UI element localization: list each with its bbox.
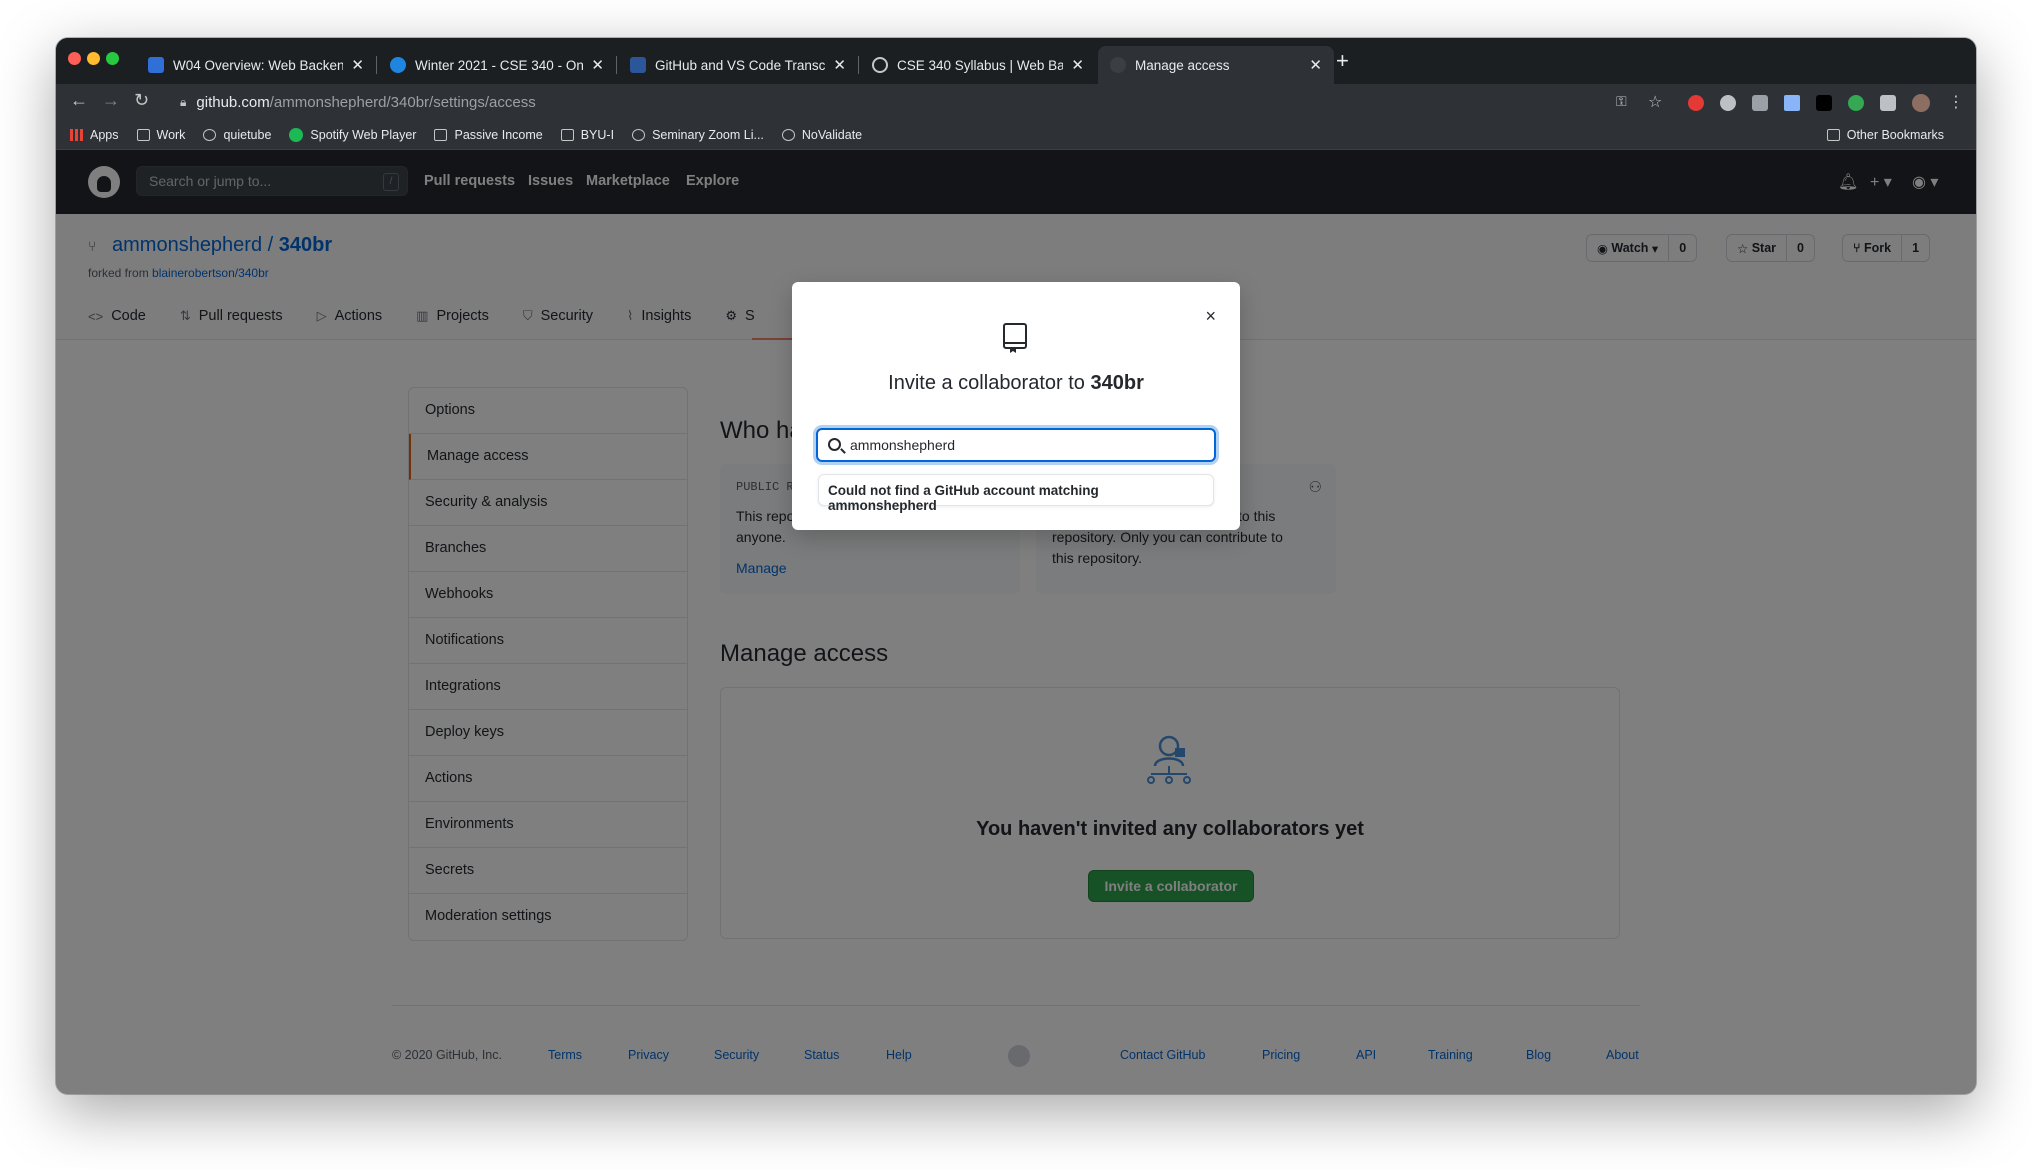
- onedrive-icon: [390, 57, 406, 73]
- lock-icon: 🔒︎: [180, 94, 187, 109]
- search-result-message: Could not find a GitHub account matching…: [818, 474, 1214, 513]
- tab-title: W04 Overview: Web Backend D: [173, 57, 344, 73]
- bookmark-label: Passive Income: [454, 127, 543, 142]
- globe-icon: [872, 57, 888, 73]
- maximize-window-button[interactable]: [106, 52, 119, 65]
- url-path: /ammonshepherd/340br/settings/access: [269, 93, 536, 111]
- tab-title: CSE 340 Syllabus | Web Backe: [897, 57, 1064, 73]
- bookmark-label: Apps: [90, 127, 119, 142]
- github-favicon-icon: [1110, 57, 1126, 73]
- menu-dots-icon[interactable]: ⋮: [1948, 92, 1964, 112]
- bookmark-label: BYU-I: [580, 127, 615, 142]
- bookmarks-bar: Apps Work quietube Spotify Web Player Pa…: [56, 120, 1976, 150]
- bookmark-quietube[interactable]: quietube: [203, 128, 271, 142]
- browser-tab-active[interactable]: Manage access ✕: [1098, 46, 1334, 84]
- tab-close-icon[interactable]: ✕: [351, 56, 364, 74]
- repo-icon: [1003, 323, 1027, 353]
- bookmark-work[interactable]: Work: [136, 127, 186, 142]
- dialog-title: Invite a collaborator to 340br: [792, 372, 1240, 395]
- url-host: github.com: [196, 93, 270, 111]
- browser-tab[interactable]: CSE 340 Syllabus | Web Backe ✕: [860, 46, 1096, 84]
- folder-icon: [434, 128, 448, 141]
- tab-title: Manage access: [1135, 57, 1230, 73]
- bookmark-label: Work: [156, 127, 186, 142]
- apps-grid-icon: [70, 128, 83, 141]
- word-icon: [630, 57, 646, 73]
- extension-doc-icon[interactable]: [1784, 95, 1800, 111]
- dialog-title-repo: 340br: [1090, 372, 1144, 394]
- spotify-icon: [289, 127, 304, 142]
- browser-tab[interactable]: Winter 2021 - CSE 340 - OneD ✕: [378, 46, 616, 84]
- invite-collaborator-dialog: × Invite a collaborator to 340br Could n…: [792, 282, 1240, 530]
- reload-icon[interactable]: ↻: [134, 90, 149, 111]
- extension-icon[interactable]: [1688, 95, 1704, 111]
- collaborator-search-input[interactable]: [816, 428, 1216, 462]
- tab-close-icon[interactable]: ✕: [591, 56, 604, 74]
- bookmark-passive-income[interactable]: Passive Income: [434, 127, 543, 142]
- bookmark-label: NoValidate: [801, 127, 863, 142]
- back-icon[interactable]: ←: [70, 90, 88, 111]
- tab-favicon-icon: [148, 57, 164, 73]
- collaborator-search-field[interactable]: [850, 434, 1200, 456]
- other-bookmarks[interactable]: Other Bookmarks: [1826, 128, 1944, 142]
- bookmark-label: quietube: [223, 127, 272, 142]
- bookmark-seminary-zoom[interactable]: Seminary Zoom Li...: [632, 128, 764, 142]
- bookmark-novalidate[interactable]: NoValidate: [781, 127, 863, 142]
- close-icon[interactable]: ×: [1205, 306, 1216, 327]
- extension-leaf-icon[interactable]: [1848, 95, 1864, 111]
- dialog-title-prefix: Invite a collaborator to: [888, 372, 1085, 394]
- forward-icon[interactable]: →: [102, 90, 120, 111]
- puzzle-icon[interactable]: [1880, 95, 1896, 111]
- key-icon[interactable]: ⚿: [1616, 93, 1627, 110]
- globe-icon: [781, 128, 795, 141]
- tab-close-icon[interactable]: ✕: [833, 56, 846, 74]
- bookmark-star-icon[interactable]: ☆: [1648, 92, 1662, 112]
- browser-toolbar: ← → ↻ 🔒︎ github.com /ammonshepherd/340br…: [56, 84, 1976, 120]
- tab-close-icon[interactable]: ✕: [1071, 56, 1084, 74]
- extension-play-icon[interactable]: [1816, 95, 1832, 111]
- minimize-window-button[interactable]: [87, 52, 100, 65]
- extension-camera-icon[interactable]: [1752, 95, 1768, 111]
- bookmark-label: Spotify Web Player: [310, 127, 417, 142]
- tab-title: Winter 2021 - CSE 340 - OneD: [415, 57, 584, 73]
- folder-icon: [1826, 129, 1840, 141]
- extension-gear-icon[interactable]: [1720, 95, 1736, 111]
- profile-avatar[interactable]: [1912, 94, 1930, 112]
- tab-close-icon[interactable]: ✕: [1309, 56, 1322, 74]
- github-page: Search or jump to... / Pull requests Iss…: [56, 150, 1976, 1094]
- bookmark-byu-i[interactable]: BYU-I: [560, 127, 615, 142]
- new-tab-icon[interactable]: +: [1336, 48, 1349, 74]
- browser-tab[interactable]: W04 Overview: Web Backend D ✕: [136, 46, 376, 84]
- globe-icon: [203, 128, 217, 141]
- close-window-button[interactable]: [68, 52, 81, 65]
- browser-tab[interactable]: GitHub and VS Code Transcrip ✕: [618, 46, 858, 84]
- bookmark-spotify[interactable]: Spotify Web Player: [289, 127, 417, 142]
- search-icon: [828, 438, 841, 451]
- bookmark-apps[interactable]: Apps: [70, 128, 119, 142]
- globe-icon: [632, 128, 646, 141]
- folder-icon: [136, 128, 150, 141]
- address-bar[interactable]: 🔒︎ github.com /ammonshepherd/340br/setti…: [166, 87, 1726, 117]
- folder-icon: [560, 128, 574, 141]
- browser-window: W04 Overview: Web Backend D ✕ Winter 202…: [56, 38, 1976, 1094]
- tab-bar: W04 Overview: Web Backend D ✕ Winter 202…: [56, 38, 1976, 84]
- bookmark-label: Seminary Zoom Li...: [652, 127, 764, 142]
- tab-title: GitHub and VS Code Transcrip: [655, 57, 826, 73]
- bookmark-label: Other Bookmarks: [1846, 128, 1944, 142]
